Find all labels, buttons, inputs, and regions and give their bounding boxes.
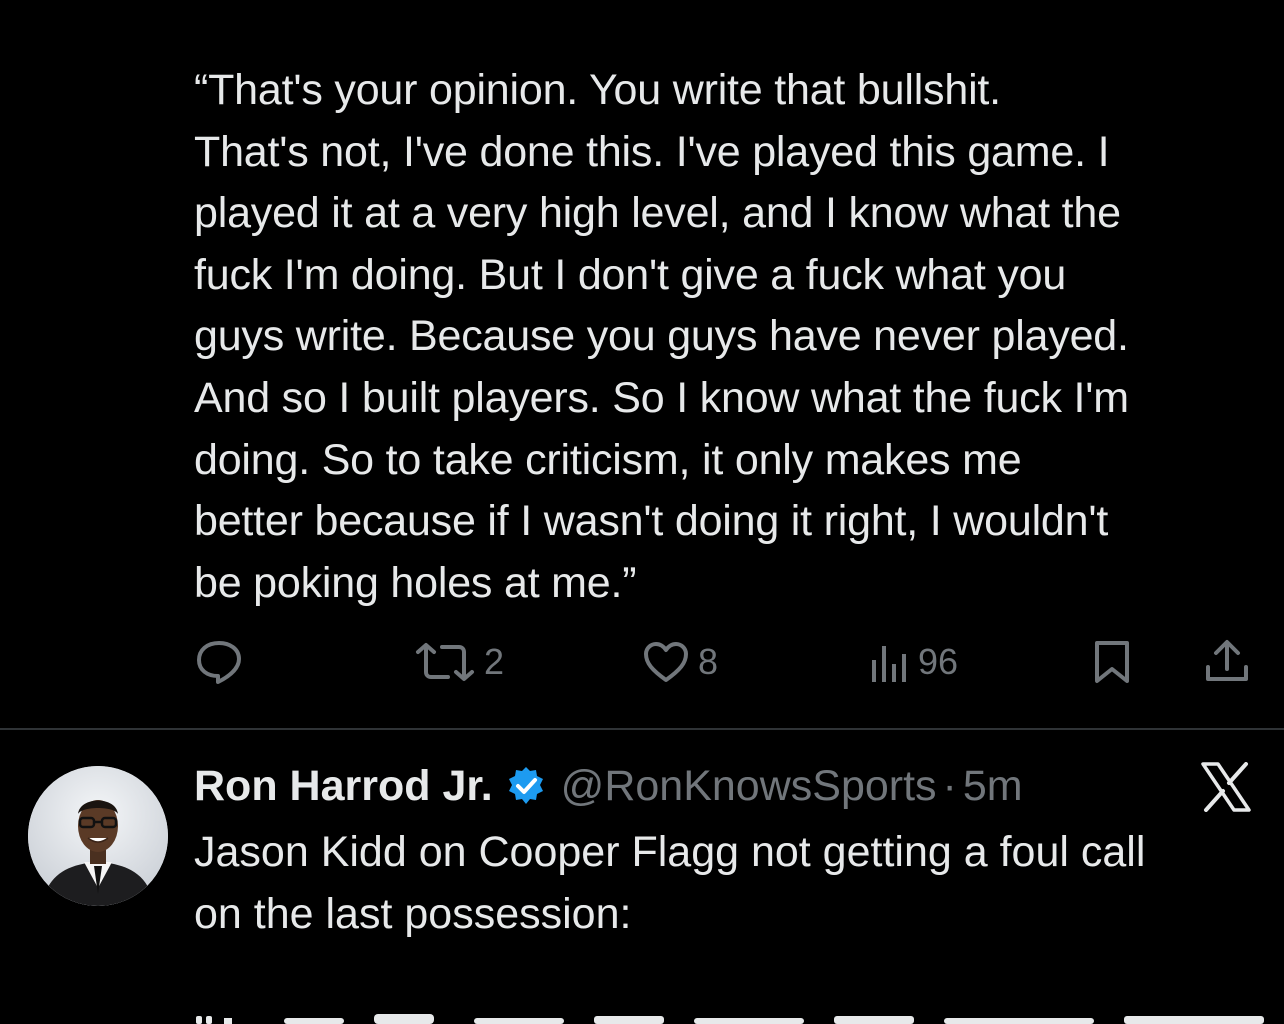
share-button[interactable] (1204, 632, 1250, 692)
avatar[interactable] (28, 766, 168, 906)
display-name[interactable]: Ron Harrod Jr. (194, 762, 493, 811)
retweet-count: 2 (484, 641, 505, 682)
truncated-next-line (194, 1006, 1274, 1024)
tweet-body-line: That's not, I've done this. I've played … (194, 127, 1110, 176)
reply-button[interactable] (194, 632, 244, 692)
user-handle[interactable]: @RonKnowsSports (561, 762, 937, 811)
tweet-body-line: be poking holes at me.” (194, 558, 637, 607)
tweet-body-line: better because if I wasn't doing it righ… (194, 497, 1109, 546)
tweet-body-line: guys write. Because you guys have never … (194, 312, 1129, 361)
tweet-body-line: And so I built players. So I know what t… (194, 373, 1129, 422)
tweet-next-body: Jason Kidd on Cooper Flagg not getting a… (194, 822, 1274, 945)
tweet-quote[interactable]: “That's your opinion. You write that bul… (0, 0, 1284, 728)
views-bar-chart-icon (870, 640, 910, 684)
tweet-body-line: “That's your opinion. You write that bul… (194, 66, 1001, 114)
tweet-body-line: Jason Kidd on Cooper Flagg not getting a… (194, 828, 1146, 876)
bookmark-icon (1092, 639, 1132, 685)
reply-bubble-icon (194, 639, 244, 685)
tweet-header: Ron Harrod Jr. @RonKnowsSports · 5m (194, 756, 1023, 816)
heart-icon (642, 640, 690, 684)
tweet-action-bar: 2 8 96 (0, 632, 1284, 692)
tweet-timestamp[interactable]: 5m (963, 762, 1023, 811)
views-count: 96 (918, 641, 959, 682)
retweet-icon (414, 642, 476, 682)
tweet-next[interactable]: Ron Harrod Jr. @RonKnowsSports · 5m Jaso… (0, 730, 1284, 1024)
tweet-body-line: played it at a very high level, and I kn… (194, 189, 1121, 238)
tweet-body-line: doing. So to take criticism, it only mak… (194, 435, 1022, 484)
tweet-body-line: on the last possession: (194, 889, 632, 938)
tweet-body-line: fuck I'm doing. But I don't give a fuck … (194, 250, 1067, 299)
views-button[interactable]: 96 (870, 632, 958, 692)
share-upload-icon (1204, 639, 1250, 685)
bookmark-button[interactable] (1092, 632, 1132, 692)
x-logo-icon (1200, 762, 1252, 812)
like-button[interactable]: 8 (642, 632, 718, 692)
like-count: 8 (698, 641, 719, 682)
tweet-body-text: “That's your opinion. You write that bul… (194, 60, 1274, 614)
retweet-button[interactable]: 2 (414, 632, 504, 692)
header-separator: · (942, 761, 957, 810)
verified-badge-icon (505, 765, 547, 807)
